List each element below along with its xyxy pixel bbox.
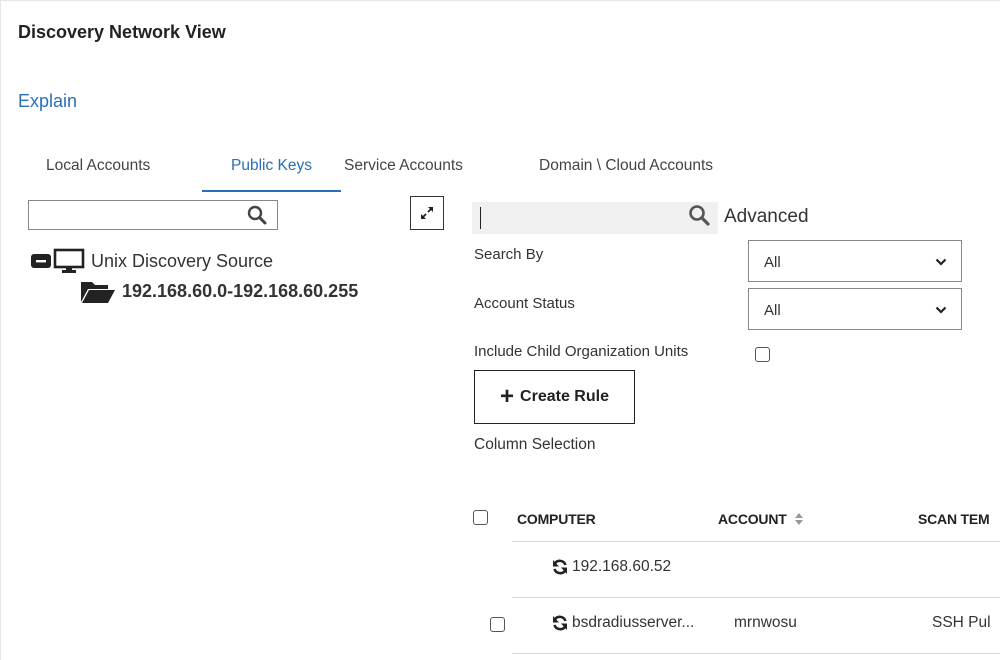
tab-bar: Local Accounts Public Keys Service Accou… bbox=[18, 150, 998, 192]
monitor-icon bbox=[53, 248, 85, 273]
search-icon[interactable] bbox=[247, 205, 267, 225]
tree-node-label: 192.168.60.0-192.168.60.255 bbox=[122, 280, 359, 301]
column-header-computer[interactable]: COMPUTER bbox=[517, 511, 596, 527]
tab-service-accounts[interactable]: Service Accounts bbox=[344, 150, 463, 192]
explain-link[interactable]: Explain bbox=[18, 91, 77, 112]
table-row[interactable]: bsdradiusserver... bbox=[552, 614, 694, 632]
tab-public-keys[interactable]: Public Keys bbox=[202, 150, 341, 192]
tab-local-accounts[interactable]: Local Accounts bbox=[46, 150, 150, 192]
row-checkbox[interactable] bbox=[490, 617, 505, 632]
account-search-input[interactable] bbox=[472, 202, 718, 234]
tree-node-ip-range[interactable]: 192.168.60.0-192.168.60.255 bbox=[80, 276, 358, 306]
refresh-icon bbox=[553, 559, 567, 575]
account-cell: mrnwosu bbox=[734, 614, 797, 631]
advanced-search-link[interactable]: Advanced bbox=[724, 206, 809, 228]
row-separator bbox=[512, 653, 1000, 654]
include-child-ou-label: Include Child Organization Units bbox=[474, 343, 689, 360]
collapse-arrows-icon bbox=[421, 207, 433, 219]
sort-icon[interactable] bbox=[794, 513, 804, 525]
select-all-checkbox[interactable] bbox=[473, 510, 488, 525]
chevron-down-icon bbox=[935, 306, 947, 314]
tree-node-label: Unix Discovery Source bbox=[91, 250, 274, 271]
create-rule-label: Create Rule bbox=[520, 388, 609, 405]
computer-cell: 192.168.60.52 bbox=[572, 558, 672, 575]
column-selection-link[interactable]: Column Selection bbox=[474, 436, 595, 454]
page-frame bbox=[0, 0, 1000, 660]
tree-node-unix-discovery-source[interactable]: Unix Discovery Source bbox=[31, 248, 273, 274]
include-child-ou-checkbox[interactable] bbox=[755, 347, 770, 362]
search-icon[interactable] bbox=[688, 204, 710, 226]
tab-domain-cloud-accounts[interactable]: Domain \ Cloud Accounts bbox=[539, 150, 713, 192]
create-rule-button[interactable]: + Create Rule bbox=[474, 370, 635, 424]
column-header-account[interactable]: ACCOUNT bbox=[718, 511, 804, 527]
column-header-label: ACCOUNT bbox=[718, 511, 787, 527]
account-status-select[interactable]: All bbox=[748, 288, 962, 330]
account-status-value: All bbox=[764, 302, 781, 319]
collapse-minus-icon[interactable] bbox=[31, 253, 51, 269]
search-by-value: All bbox=[764, 254, 781, 271]
search-by-label: Search By bbox=[474, 246, 544, 263]
tree-search-input[interactable] bbox=[28, 200, 278, 230]
page-title: Discovery Network View bbox=[18, 22, 226, 42]
search-by-select[interactable]: All bbox=[748, 240, 962, 282]
scan-template-cell: SSH Pul bbox=[932, 614, 991, 631]
collapse-panel-button[interactable] bbox=[410, 196, 444, 230]
row-separator bbox=[512, 597, 1000, 598]
computer-cell: bsdradiusserver... bbox=[572, 614, 695, 631]
column-header-scan-template[interactable]: SCAN TEM bbox=[918, 511, 990, 527]
refresh-icon bbox=[553, 615, 567, 631]
row-separator bbox=[512, 541, 1000, 542]
account-status-label: Account Status bbox=[474, 295, 575, 312]
chevron-down-icon bbox=[935, 258, 947, 266]
folder-open-icon bbox=[81, 282, 115, 303]
table-row-group[interactable]: 192.168.60.52 bbox=[552, 558, 671, 576]
plus-icon: + bbox=[500, 383, 515, 410]
